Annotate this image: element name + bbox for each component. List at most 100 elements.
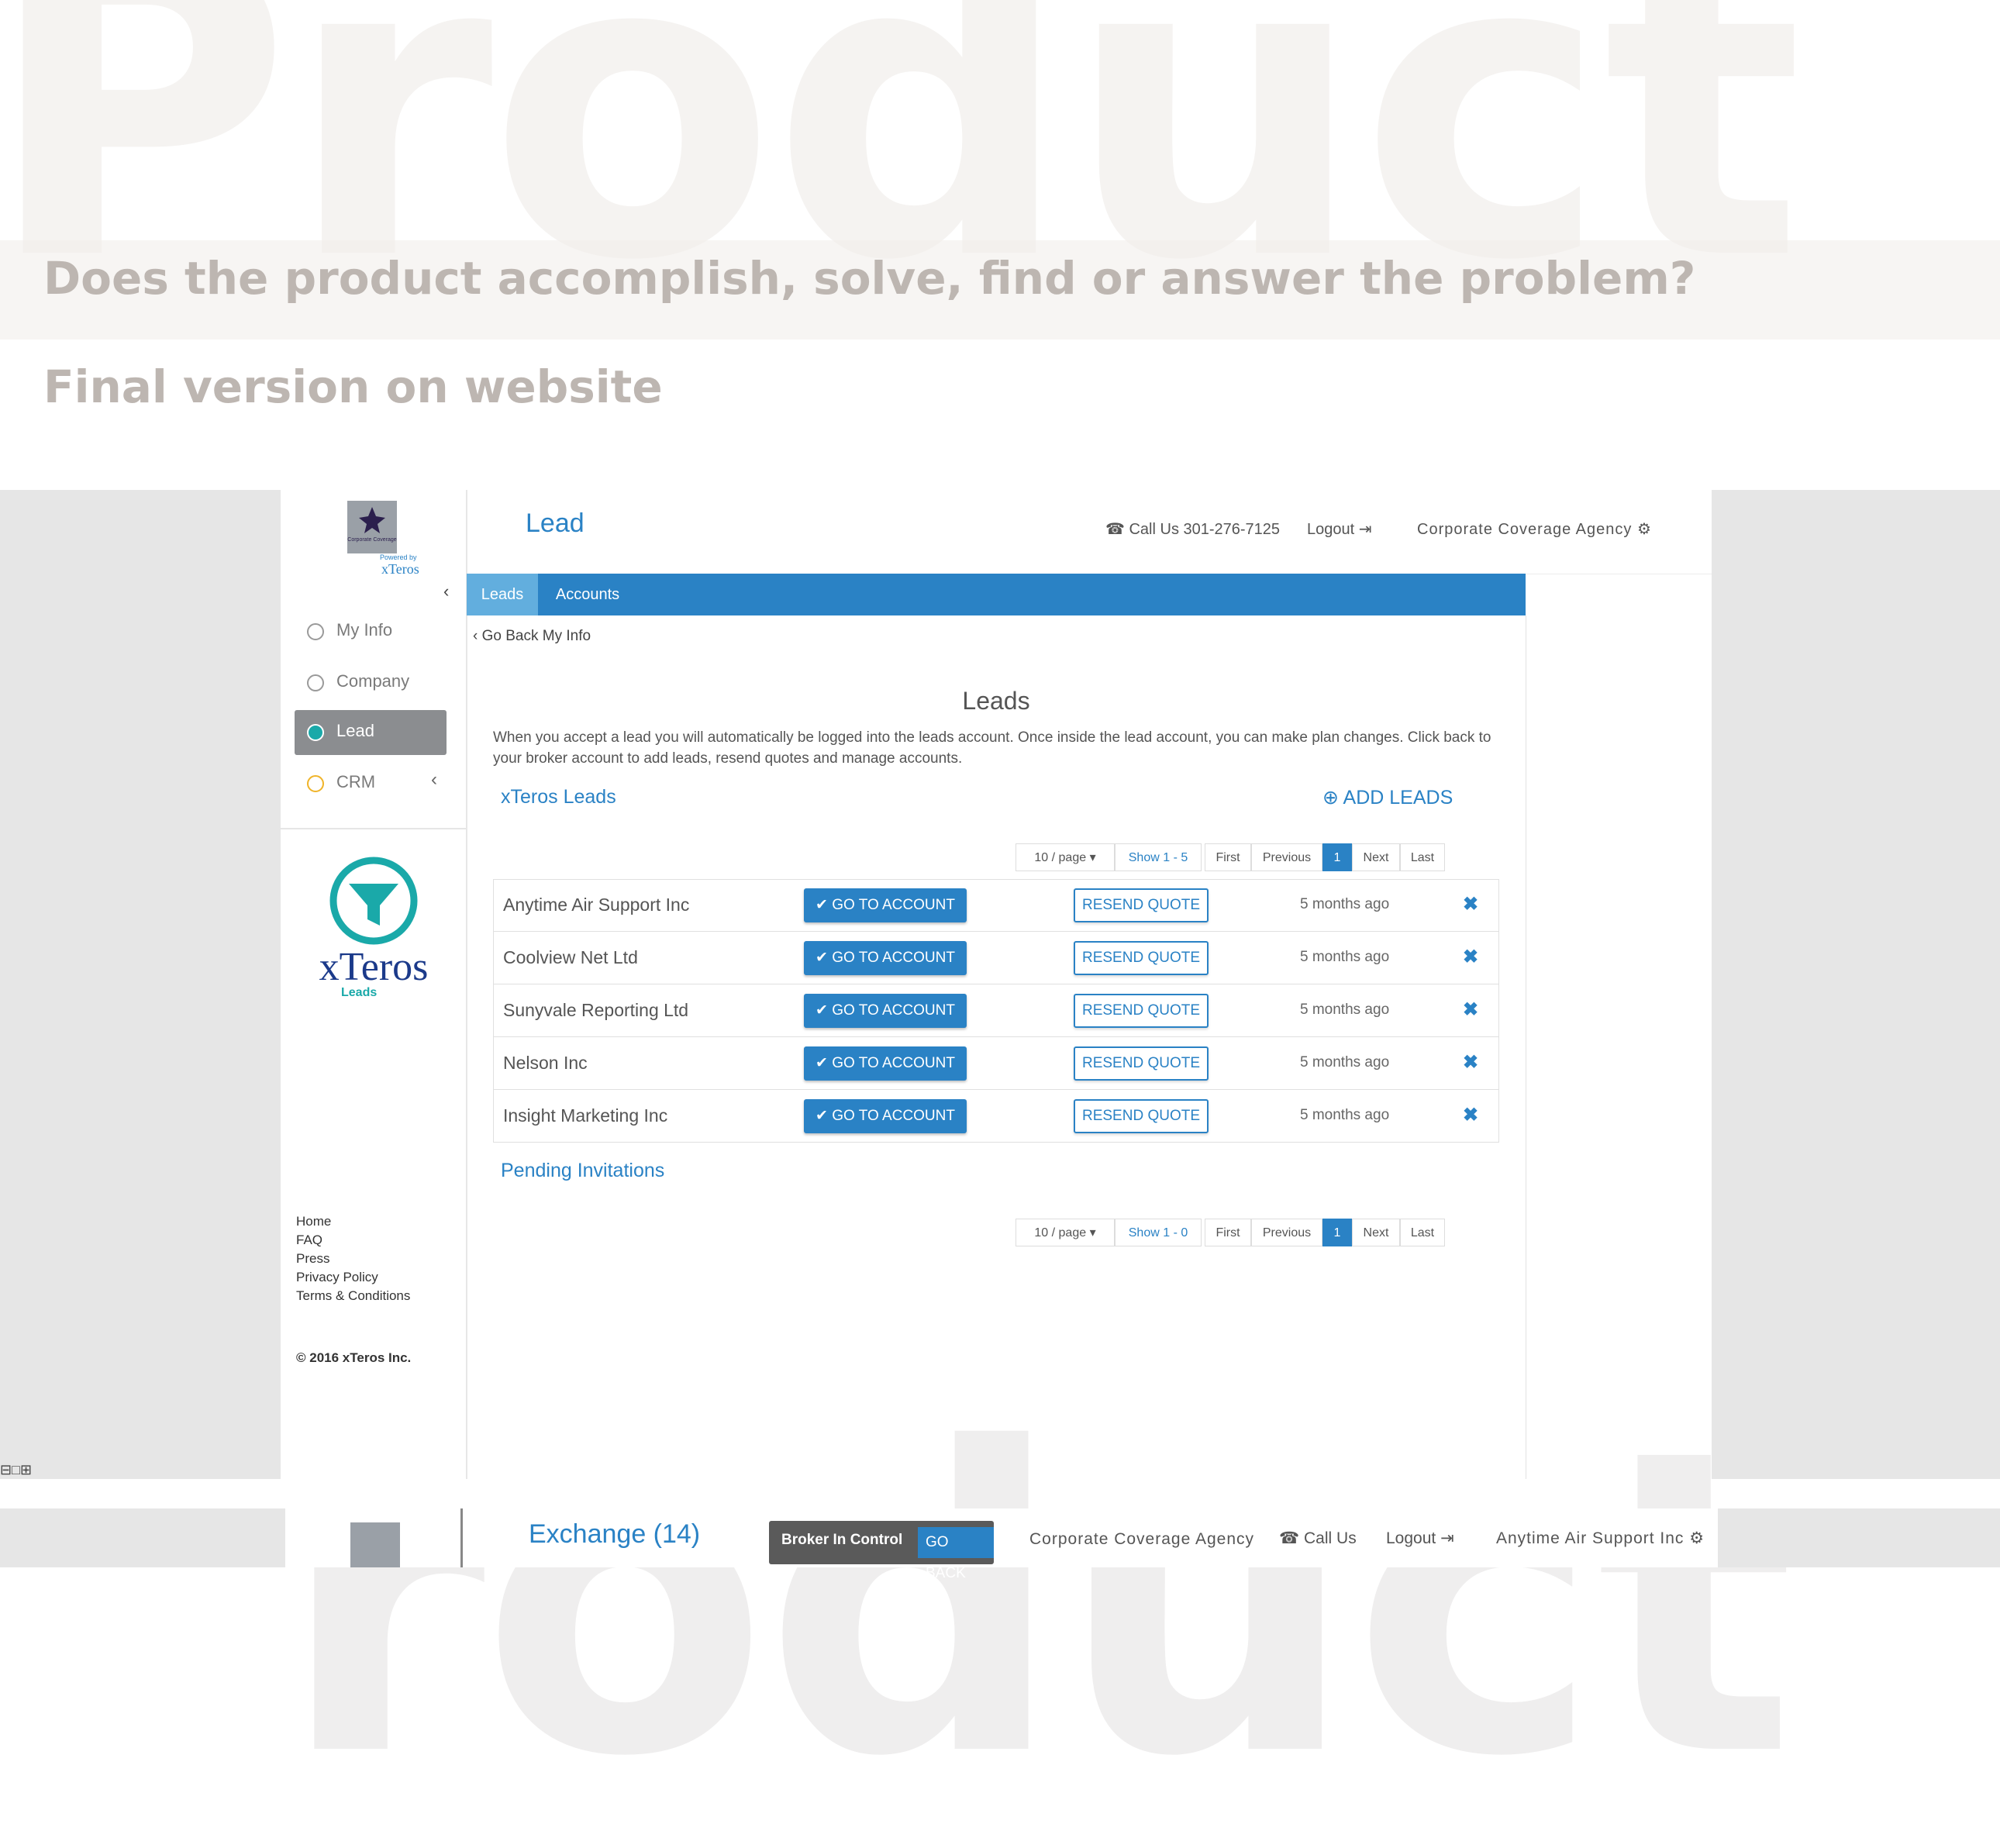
pager-previous[interactable]: Previous (1251, 1219, 1322, 1246)
preview-agency: Corporate Coverage Agency (1029, 1530, 1254, 1548)
background-word-lower: roduct (279, 1361, 1796, 1848)
add-leads-button[interactable]: ⊕ ADD LEADS (1322, 786, 1453, 809)
delete-lead-icon[interactable]: ✖ (1463, 998, 1478, 1021)
lead-time: 5 months ago (1300, 1002, 1390, 1018)
slide-subtitle: Final version on website (43, 360, 663, 413)
per-page-select[interactable]: 10 / page ▾ (1016, 843, 1115, 871)
sidebar-item-label: My Info (336, 620, 393, 640)
per-page-value: 10 / page (1034, 851, 1087, 864)
go-to-account-button[interactable]: ✔ GO TO ACCOUNT (804, 888, 967, 922)
lead-time: 5 months ago (1300, 1054, 1390, 1071)
table-row: Coolview Net Ltd ✔ GO TO ACCOUNT RESEND … (493, 932, 1499, 984)
footer-link-terms[interactable]: Terms & Conditions (296, 1288, 410, 1304)
phone-icon: ☎ (1279, 1529, 1300, 1547)
preview-logo (350, 1522, 400, 1567)
sidebar-item-lead[interactable]: Lead (295, 710, 447, 755)
building-icon (307, 674, 324, 691)
lead-time: 5 months ago (1300, 896, 1390, 912)
resend-quote-button[interactable]: RESEND QUOTE (1074, 994, 1209, 1028)
per-page-select[interactable]: 10 / page ▾ (1016, 1219, 1115, 1246)
chevron-left-icon: ‹ (431, 769, 437, 790)
lead-name: Sunyvale Reporting Ltd (503, 1000, 689, 1020)
sidebar-item-my-info[interactable]: My Info (295, 609, 447, 654)
tab-leads[interactable]: Leads (467, 574, 538, 615)
lead-time: 5 months ago (1300, 949, 1390, 965)
logout-link[interactable]: Logout ⇥ (1307, 519, 1372, 539)
preview-account-menu[interactable]: Anytime Air Support Inc ⚙ (1496, 1529, 1705, 1548)
sidebar-item-crm[interactable]: CRM ‹ (295, 761, 447, 806)
big-logo-brand: xTeros (319, 945, 429, 989)
sidebar: Corporate Coverage Powered by xTeros ‹ M… (281, 490, 467, 1479)
agency-name: Corporate Coverage Agency (1417, 521, 1633, 538)
leads-heading: Leads (962, 687, 1030, 715)
sidebar-item-label: Company (336, 671, 410, 691)
go-back-button[interactable]: GO BACK (918, 1527, 994, 1581)
show-range: Show 1 - 0 (1115, 1219, 1202, 1246)
call-us-text: Call Us 301-276-7125 (1129, 521, 1281, 538)
logout-icon: ⇥ (1358, 521, 1372, 538)
go-to-account-button[interactable]: ✔ GO TO ACCOUNT (804, 1046, 967, 1081)
lead-name: Insight Marketing Inc (503, 1105, 668, 1126)
footer-link-home[interactable]: Home (296, 1214, 331, 1229)
broker-control-bar: Broker In Control GO BACK (769, 1521, 994, 1581)
table-row: Anytime Air Support Inc ✔ GO TO ACCOUNT … (493, 879, 1499, 932)
pager-first[interactable]: First (1205, 843, 1251, 871)
sidebar-divider (281, 828, 466, 829)
delete-lead-icon[interactable]: ✖ (1463, 1051, 1478, 1074)
preview-app: Exchange (14) Broker In Control GO BACK … (285, 1508, 1718, 1581)
resend-quote-button[interactable]: RESEND QUOTE (1074, 888, 1209, 922)
resend-quote-button[interactable]: RESEND QUOTE (1074, 941, 1209, 975)
pager-page-1[interactable]: 1 (1322, 1219, 1352, 1246)
pager-next[interactable]: Next (1352, 1219, 1400, 1246)
sidebar-item-label: CRM (336, 772, 376, 791)
go-to-account-button[interactable]: ✔ GO TO ACCOUNT (804, 1099, 967, 1133)
phone-icon: ☎ (1105, 521, 1125, 538)
pager-first[interactable]: First (1205, 1219, 1251, 1246)
logout-text: Logout (1307, 521, 1355, 538)
lead-name: Anytime Air Support Inc (503, 895, 690, 915)
pager-page-1[interactable]: 1 (1322, 843, 1352, 871)
pager-last[interactable]: Last (1400, 843, 1445, 871)
preview-divider (460, 1508, 463, 1567)
corporate-coverage-logo[interactable]: Corporate Coverage (347, 501, 397, 553)
pager-last[interactable]: Last (1400, 1219, 1445, 1246)
pager-bottom: 10 / page ▾ Show 1 - 0 First Previous 1 … (1016, 1219, 1445, 1246)
logo-caption: Corporate Coverage (347, 537, 397, 543)
sidebar-item-company[interactable]: Company (295, 660, 447, 705)
call-us-link[interactable]: ☎ Call Us 301-276-7125 (1105, 519, 1280, 539)
pager-next[interactable]: Next (1352, 843, 1400, 871)
preview-call-us[interactable]: ☎ Call Us (1279, 1529, 1357, 1548)
slide-question: Does the product accomplish, solve, find… (43, 252, 1696, 305)
delete-lead-icon[interactable]: ✖ (1463, 946, 1478, 968)
go-back-link[interactable]: ‹ Go Back My Info (473, 628, 591, 645)
gear-icon: ⚙ (1689, 1529, 1705, 1547)
big-logo-sub: Leads (341, 986, 378, 999)
page-title: Lead (526, 509, 584, 538)
collapse-sidebar-icon[interactable]: ‹ (443, 581, 449, 602)
leads-description: When you accept a lead you will automati… (493, 729, 1491, 767)
user-icon (307, 623, 324, 640)
footer-link-privacy[interactable]: Privacy Policy (296, 1270, 378, 1285)
logo-brand-small: xTeros (381, 561, 419, 577)
footer-link-press[interactable]: Press (296, 1251, 329, 1267)
app-header: Lead ☎ Call Us 301-276-7125 Logout ⇥ Cor… (467, 490, 1712, 574)
resend-quote-button[interactable]: RESEND QUOTE (1074, 1099, 1209, 1133)
delete-lead-icon[interactable]: ✖ (1463, 893, 1478, 915)
zoom-controls-icon[interactable]: ⊟□⊞ (0, 1462, 32, 1478)
lead-name: Coolview Net Ltd (503, 947, 638, 967)
agency-menu[interactable]: Corporate Coverage Agency ⚙ (1417, 519, 1652, 539)
delete-lead-icon[interactable]: ✖ (1463, 1104, 1478, 1126)
pager-previous[interactable]: Previous (1251, 843, 1322, 871)
tab-bar: Leads Accounts (467, 574, 1526, 615)
plus-circle-icon: ⊕ (1322, 787, 1339, 808)
logo-powered-text: Powered by (380, 553, 417, 561)
app-window: Corporate Coverage Powered by xTeros ‹ M… (281, 490, 1712, 1479)
footer-link-faq[interactable]: FAQ (296, 1233, 322, 1248)
go-to-account-button[interactable]: ✔ GO TO ACCOUNT (804, 941, 967, 975)
per-page-value: 10 / page (1034, 1226, 1087, 1239)
crm-icon (307, 775, 324, 792)
go-to-account-button[interactable]: ✔ GO TO ACCOUNT (804, 994, 967, 1028)
tab-accounts[interactable]: Accounts (538, 574, 637, 615)
resend-quote-button[interactable]: RESEND QUOTE (1074, 1046, 1209, 1081)
preview-logout[interactable]: Logout ⇥ (1386, 1529, 1454, 1548)
